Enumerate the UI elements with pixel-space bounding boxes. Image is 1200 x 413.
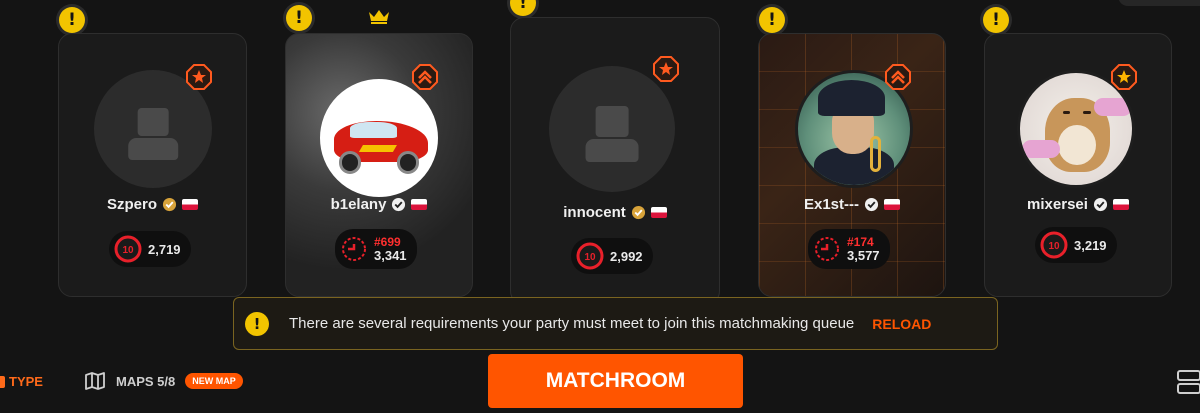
rank-badge-icon	[1111, 64, 1137, 90]
elo-value: 3,341	[374, 248, 407, 263]
verified-icon	[162, 197, 177, 212]
warning-icon[interactable]	[510, 0, 536, 16]
player-name-row: b1elany	[286, 196, 472, 213]
server-icon[interactable]	[1176, 369, 1200, 395]
player-name-row: Szpero	[59, 196, 246, 213]
warning-icon[interactable]	[759, 7, 785, 33]
elo-badge: 10 3,219	[1035, 227, 1117, 263]
requirements-notice: There are several requirements your part…	[233, 297, 998, 350]
player-name[interactable]: b1elany	[331, 196, 387, 213]
top-right-pill[interactable]	[1118, 0, 1200, 6]
rank-badge-icon	[186, 64, 212, 90]
notice-text: There are several requirements your part…	[289, 315, 855, 332]
player-name-row: innocent	[511, 204, 719, 221]
queue-type-tab[interactable]: TYPE	[0, 374, 43, 389]
elo-value: 2,719	[148, 241, 181, 257]
type-marker	[0, 375, 5, 388]
verified-icon	[631, 205, 645, 220]
player-name[interactable]: Ex1st---	[804, 196, 859, 213]
rank-badge-icon	[653, 56, 679, 82]
poland-flag-icon	[182, 199, 198, 210]
level-10-icon: 10	[114, 235, 142, 263]
rank-badge-icon	[885, 64, 911, 90]
new-map-badge: NEW MAP	[185, 373, 243, 389]
player-name[interactable]: innocent	[563, 204, 626, 221]
default-avatar	[549, 66, 675, 192]
level-10-icon: 10	[576, 242, 604, 270]
rank-badge-icon	[412, 64, 438, 90]
level-number: 10	[122, 245, 134, 256]
poland-flag-icon	[1112, 199, 1129, 210]
matchroom-button[interactable]: MATCHROOM	[488, 354, 743, 408]
verified-icon	[1093, 197, 1107, 212]
player-card[interactable]: b1elany #699 3,341	[285, 33, 473, 297]
level-10-icon: 10	[1040, 231, 1068, 259]
elo-value: 3,577	[847, 248, 880, 263]
poland-flag-icon	[884, 199, 900, 210]
player-card[interactable]: Ex1st--- #174 3,577	[758, 33, 946, 297]
player-name-row: Ex1st---	[759, 196, 945, 213]
challenger-icon	[815, 237, 839, 261]
map-icon	[85, 372, 105, 390]
level-number: 10	[1048, 241, 1060, 252]
elo-value: 2,992	[610, 248, 643, 264]
elo-badge: 10 2,719	[109, 231, 191, 267]
level-number: 10	[584, 252, 596, 263]
player-name-row: mixersei	[985, 196, 1171, 213]
player-card[interactable]: mixersei 10 3,219	[984, 33, 1172, 297]
poland-flag-icon	[650, 207, 667, 218]
maps-selector[interactable]: MAPS 5/8 NEW MAP	[84, 371, 243, 391]
player-name[interactable]: Szpero	[107, 196, 157, 213]
verified-icon	[392, 197, 406, 212]
player-card[interactable]: innocent 10 2,992	[510, 17, 720, 305]
elo-value: 3,219	[1074, 237, 1107, 253]
verified-icon	[864, 197, 879, 212]
elo-badge: 10 2,992	[571, 238, 653, 274]
crown-icon	[369, 10, 389, 24]
player-name[interactable]: mixersei	[1027, 196, 1088, 213]
maps-label: MAPS 5/8	[116, 373, 176, 389]
player-card[interactable]: Szpero 10 2,719	[58, 33, 247, 297]
lightning-mcqueen-avatar	[320, 79, 438, 197]
warning-icon[interactable]	[286, 5, 312, 31]
type-label: TYPE	[9, 374, 43, 389]
elo-badge: #174 3,577	[808, 229, 890, 269]
reload-button[interactable]: RELOAD	[872, 316, 931, 332]
challenger-icon	[342, 237, 366, 261]
bottom-bar: TYPE MAPS 5/8 NEW MAP MATCHROOM	[0, 353, 1200, 413]
warning-icon[interactable]	[59, 7, 85, 33]
warning-icon[interactable]	[983, 7, 1009, 33]
elo-badge: #699 3,341	[335, 229, 417, 269]
poland-flag-icon	[411, 199, 428, 210]
warning-icon	[245, 311, 269, 336]
